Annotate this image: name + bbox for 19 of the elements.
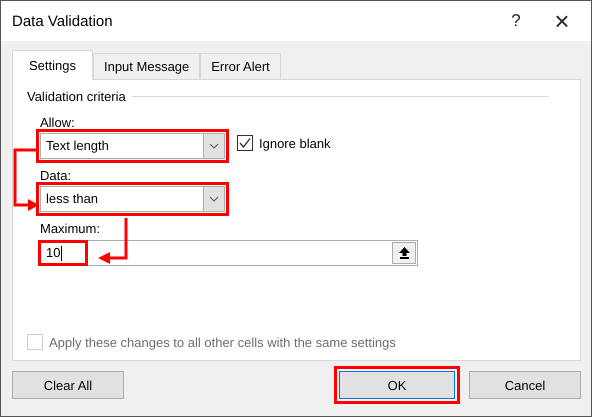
field-label: Maximum:: [40, 220, 101, 237]
annotation-arrow: [14, 148, 39, 211]
group-title: Validation criteria: [27, 89, 126, 104]
checkbox[interactable]: [237, 135, 253, 151]
dialog-button[interactable]: Cancel: [469, 371, 581, 399]
field-label: Data:: [40, 167, 72, 184]
annotation-arrow: [98, 218, 128, 264]
dialog-button[interactable]: Clear All: [12, 371, 124, 399]
maximum-field[interactable]: 10: [40, 240, 418, 266]
ignore-blank-checkbox[interactable]: Ignore blank: [237, 135, 331, 151]
tab[interactable]: Error Alert: [200, 53, 281, 79]
tab[interactable]: Input Message: [92, 53, 200, 79]
chevron-icon: [209, 196, 219, 202]
chevron-icon: [209, 143, 219, 149]
upload-arrow-icon: [398, 247, 410, 259]
tab[interactable]: Settings: [12, 50, 93, 80]
window-title: Data Validation: [12, 12, 113, 30]
collapse-button[interactable]: [392, 242, 416, 264]
field-label: Allow:: [40, 114, 76, 131]
